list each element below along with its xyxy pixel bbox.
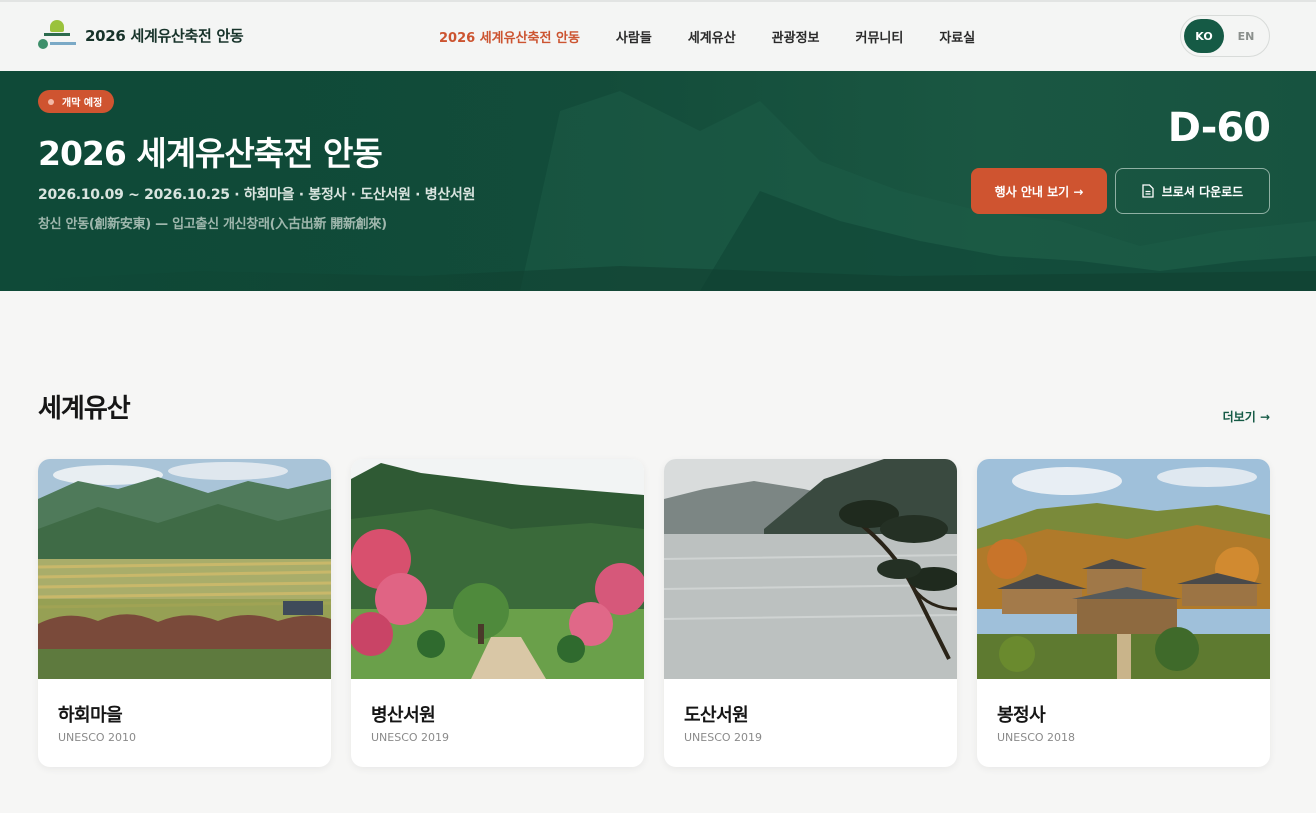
nav-item-tourism[interactable]: 관광정보 [772, 27, 820, 46]
hero-banner: 개막 예정 2026 세계유산축전 안동 2026.10.09 ~ 2026.1… [0, 71, 1316, 291]
festival-logo-icon [38, 20, 76, 50]
byeongsan-seowon-image [351, 459, 644, 679]
card-unesco-year: UNESCO 2019 [371, 731, 450, 744]
nav-item-community[interactable]: 커뮤니티 [856, 27, 904, 46]
brochure-download-label: 브로셔 다운로드 [1161, 184, 1244, 199]
heritage-card-bongjeongsa[interactable]: 봉정사 UNESCO 2018 [977, 459, 1270, 767]
card-name: 봉정사 [997, 705, 1046, 726]
hahoe-village-image [38, 459, 331, 679]
card-unesco-year: UNESCO 2010 [58, 731, 137, 744]
language-toggle: KO EN [1180, 15, 1270, 57]
card-name: 병산서원 [371, 705, 436, 726]
logo-text: 2026 세계유산축전 안동 [85, 26, 244, 45]
dosan-seowon-image [664, 459, 957, 679]
lang-en-button[interactable]: EN [1226, 19, 1266, 53]
status-badge: 개막 예정 [38, 90, 115, 113]
card-unesco-year: UNESCO 2018 [997, 731, 1076, 744]
nav-item-people[interactable]: 사람들 [616, 27, 652, 46]
site-logo[interactable]: 2026 세계유산축전 안동 [38, 20, 244, 50]
heritage-card-dosan[interactable]: 도산서원 UNESCO 2019 [664, 459, 957, 767]
brochure-download-button[interactable]: 브로셔 다운로드 [1115, 168, 1270, 214]
document-icon [1142, 184, 1154, 198]
hero-motto: 창신 안동(創新安東) — 입고출신 개신창래(入古出新 開新創來) [38, 217, 387, 232]
section-title: 세계유산 [38, 394, 131, 424]
event-info-button[interactable]: 행사 안내 보기 → [971, 168, 1107, 214]
hero-dates: 2026.10.09 ~ 2026.10.25 · 하회마을 · 봉정사 · 도… [38, 187, 476, 203]
heritage-card-hahoe[interactable]: 하회마을 UNESCO 2010 [38, 459, 331, 767]
card-name: 하회마을 [58, 705, 123, 726]
lang-ko-button[interactable]: KO [1184, 19, 1224, 53]
status-badge-label: 개막 예정 [62, 98, 103, 109]
nav-item-festival[interactable]: 2026 세계유산축전 안동 [439, 27, 580, 46]
card-name: 도산서원 [684, 705, 749, 726]
nav-item-archive[interactable]: 자료실 [939, 27, 975, 46]
card-unesco-year: UNESCO 2019 [684, 731, 763, 744]
hero-title: 2026 세계유산축전 안동 [38, 134, 383, 173]
dday-counter: D-60 [1167, 105, 1271, 151]
site-header: 2026 세계유산축전 안동 2026 세계유산축전 안동 사람들 세계유산 관… [0, 0, 1316, 71]
status-dot-icon [48, 98, 54, 105]
bongjeongsa-temple-image [977, 459, 1270, 679]
more-link[interactable]: 더보기 → [1223, 408, 1270, 425]
nav-item-world-heritage[interactable]: 세계유산 [688, 27, 736, 46]
heritage-card-byeongsan[interactable]: 병산서원 UNESCO 2019 [351, 459, 644, 767]
main-nav: 2026 세계유산축전 안동 사람들 세계유산 관광정보 커뮤니티 자료실 [439, 2, 1011, 71]
